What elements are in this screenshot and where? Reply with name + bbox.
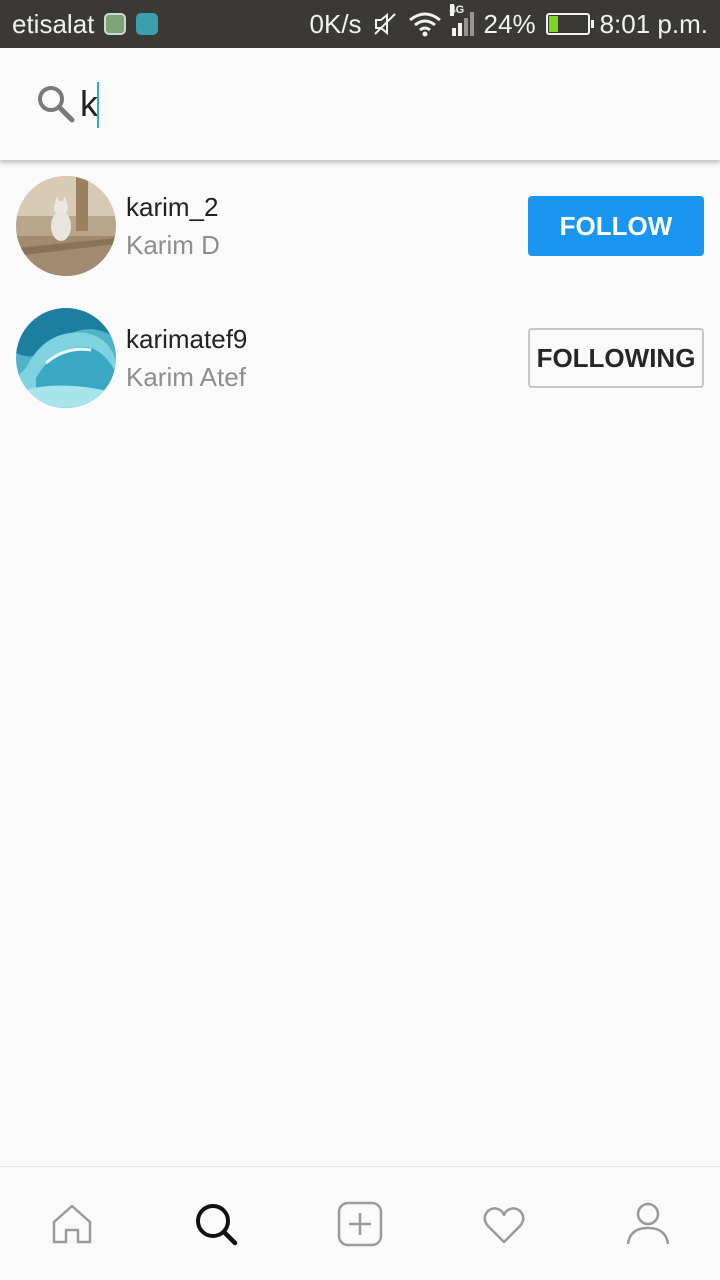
nav-profile[interactable] bbox=[576, 1167, 720, 1280]
status-bar: etisalat 0K/s 4G 24% 8:01 p.m. bbox=[0, 0, 720, 48]
text-cursor bbox=[97, 82, 99, 128]
add-icon bbox=[337, 1201, 383, 1246]
nav-home[interactable] bbox=[0, 1167, 144, 1280]
search-icon bbox=[196, 1203, 238, 1245]
mute-icon bbox=[373, 12, 396, 36]
list-item[interactable]: karim_2 Karim D FOLLOW bbox=[0, 160, 720, 292]
full-name: Karim D bbox=[126, 230, 220, 260]
battery-percent: 24% bbox=[483, 8, 536, 39]
app-notification-icon bbox=[104, 13, 127, 35]
username[interactable]: karim_2 bbox=[126, 192, 218, 223]
carrier-label: etisalat bbox=[12, 8, 95, 39]
net-speed: 0K/s bbox=[309, 8, 362, 39]
heart-icon bbox=[483, 1206, 525, 1243]
signal-icon: 4G bbox=[449, 4, 474, 36]
android-notification-icon bbox=[136, 13, 159, 35]
username[interactable]: karimatef9 bbox=[126, 324, 247, 355]
nav-search[interactable] bbox=[144, 1167, 288, 1280]
search-icon bbox=[38, 86, 75, 123]
wifi-icon bbox=[408, 12, 441, 37]
battery-icon bbox=[545, 13, 594, 35]
home-icon bbox=[52, 1204, 92, 1243]
clock: 8:01 p.m. bbox=[599, 8, 708, 39]
bottom-navigation bbox=[0, 1166, 720, 1280]
full-name: Karim Atef bbox=[126, 362, 246, 392]
nav-activity[interactable] bbox=[432, 1167, 576, 1280]
list-item[interactable]: karimatef9 Karim Atef FOLLOWING bbox=[0, 292, 720, 424]
network-type: 4G bbox=[449, 4, 465, 16]
search-input[interactable]: k bbox=[80, 80, 98, 128]
avatar-cat-photo[interactable] bbox=[16, 176, 116, 276]
nav-add[interactable] bbox=[288, 1167, 432, 1280]
follow-button[interactable]: FOLLOW bbox=[528, 196, 704, 256]
search-header: k bbox=[0, 48, 720, 160]
profile-icon bbox=[626, 1202, 670, 1244]
following-button[interactable]: FOLLOWING bbox=[528, 328, 704, 388]
avatar-wave-photo[interactable] bbox=[16, 308, 116, 408]
search-results-list: karim_2 Karim D FOLLOW karimatef9 Karim … bbox=[0, 160, 720, 424]
